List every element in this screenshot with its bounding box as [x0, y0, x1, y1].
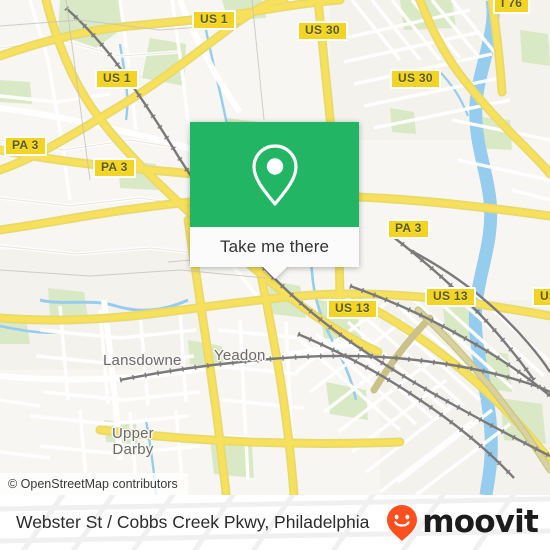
location-popup-card[interactable]: Take me there — [190, 122, 359, 279]
road-shield-pa-3-east[interactable]: PA 3 — [387, 219, 430, 239]
road-shield-us-13-west[interactable]: US 13 — [327, 299, 378, 319]
map-canvas[interactable]: Lansdowne Yeadon Upper Darby US 1 US 30 … — [0, 0, 550, 495]
location-title: Webster St / Cobbs Creek Pkwy, Philadelp… — [16, 512, 370, 532]
road-shield-us-13-east[interactable]: US 13 — [425, 287, 476, 307]
road-shield-i-76[interactable]: I 76 — [493, 0, 531, 14]
take-me-there-label: Take me there — [219, 237, 330, 256]
road-shield-pa-3-mid[interactable]: PA 3 — [93, 158, 136, 178]
road-shield-us-13-edge[interactable]: US — [532, 287, 550, 307]
moovit-wordmark: moovit — [422, 504, 539, 540]
moovit-map-screenshot: Lansdowne Yeadon Upper Darby US 1 US 30 … — [0, 0, 550, 550]
moovit-smiling-pin-icon — [387, 504, 418, 541]
take-me-there-button[interactable]: Take me there — [190, 227, 359, 279]
popup-pin-panel — [190, 122, 359, 227]
road-shield-us-1-west[interactable]: US 1 — [95, 69, 139, 89]
popup-pointer-tail — [262, 267, 287, 279]
map-pin-icon — [251, 143, 298, 206]
road-shield-us-30-north[interactable]: US 30 — [297, 21, 348, 41]
footer-bar: Webster St / Cobbs Creek Pkwy, Philadelp… — [0, 495, 550, 550]
road-shield-us-1-north[interactable]: US 1 — [192, 10, 236, 30]
osm-attribution[interactable]: © OpenStreetMap contributors — [0, 473, 188, 495]
road-shield-pa-3-west[interactable]: PA 3 — [4, 136, 47, 156]
moovit-logo[interactable]: moovit — [385, 495, 539, 550]
road-shield-us-30-east[interactable]: US 30 — [390, 69, 441, 89]
